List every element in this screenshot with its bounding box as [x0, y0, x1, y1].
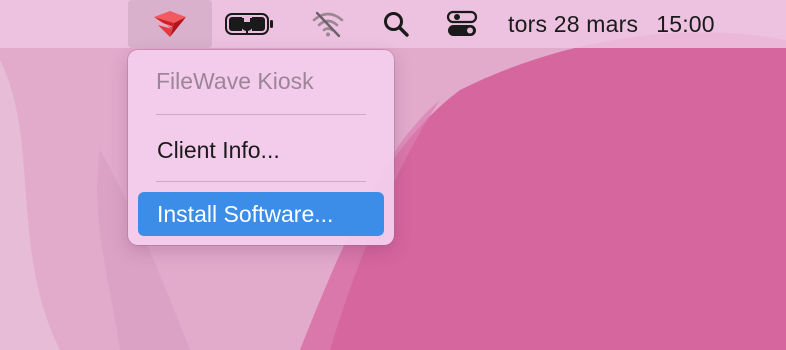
wifi-off-icon: [312, 11, 344, 38]
menu-item-client-info[interactable]: Client Info...: [138, 128, 384, 172]
wifi-status[interactable]: [306, 0, 350, 48]
menu-item-install-software[interactable]: Install Software...: [138, 192, 384, 236]
spotlight-search[interactable]: [376, 0, 416, 48]
menubar-time: 15:00: [656, 10, 715, 37]
control-center[interactable]: [440, 0, 484, 48]
menu-separator: [156, 181, 366, 182]
menu-separator: [156, 114, 366, 115]
battery-status[interactable]: [222, 0, 278, 48]
filewave-logo-icon: [154, 11, 186, 37]
battery-charging-icon: [225, 13, 273, 35]
menu-bar: tors 28 mars 15:00: [0, 0, 786, 48]
menubar-clock[interactable]: tors 28 mars 15:00: [500, 0, 780, 48]
menubar-date: tors 28 mars: [508, 10, 639, 37]
control-center-icon: [446, 10, 478, 36]
menu-header: FileWave Kiosk: [156, 68, 314, 94]
filewave-menu-extra[interactable]: [128, 0, 212, 48]
search-icon: [384, 12, 409, 37]
filewave-kiosk-menu: FileWave Kiosk Client Info... Install So…: [128, 50, 394, 245]
